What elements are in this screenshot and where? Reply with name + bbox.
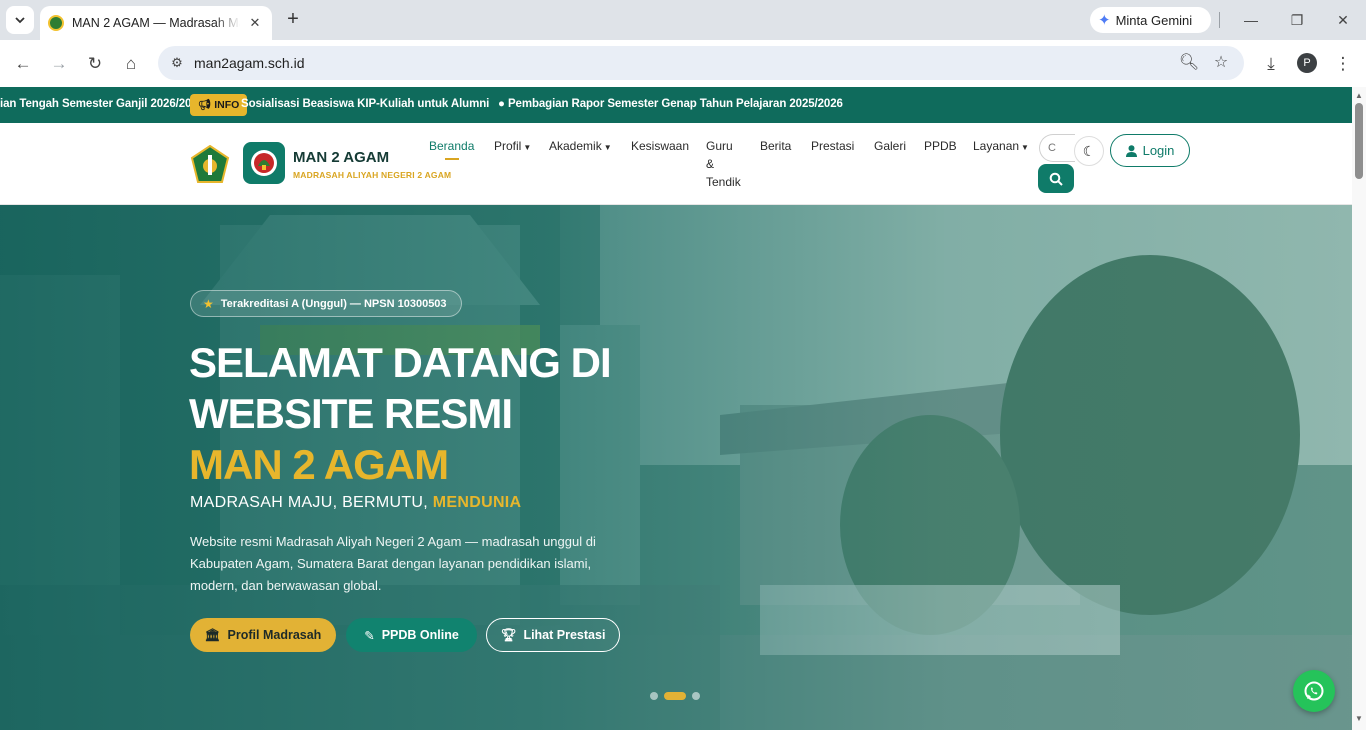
profil-madrasah-button[interactable]: 🏛︎ Profil Madrasah: [190, 618, 336, 652]
tab-search-button[interactable]: [6, 6, 34, 34]
nav-active-indicator: [445, 158, 459, 160]
favicon-icon: [48, 15, 64, 31]
hero-title: SELAMAT DATANG DI WEBSITE RESMI MAN 2 AG…: [189, 337, 612, 490]
star-icon: ★: [203, 296, 214, 311]
window-close-icon[interactable]: ✕: [1329, 8, 1357, 32]
caret-down-icon: ▼: [1021, 143, 1029, 152]
megaphone-icon: 📢︎: [198, 99, 215, 111]
nav-item-kesiswaan[interactable]: Kesiswaan: [631, 137, 689, 155]
minimize-icon[interactable]: —: [1237, 8, 1265, 32]
slide-dot[interactable]: [650, 692, 658, 700]
toolbar-divider: [1219, 12, 1220, 28]
login-label: Login: [1142, 143, 1175, 158]
bookmark-star-icon[interactable]: ☆: [1209, 51, 1233, 75]
profile-avatar[interactable]: P: [1297, 53, 1317, 73]
search-button[interactable]: [1038, 164, 1074, 193]
address-bar[interactable]: ⚙ man2agam.sch.id 🔍︎ ☆: [158, 46, 1244, 80]
hero-title-line-3: MAN 2 AGAM: [189, 441, 449, 488]
caret-down-icon: ▼: [603, 143, 612, 152]
search-icon: [1049, 172, 1063, 186]
reload-icon[interactable]: ↻: [82, 51, 108, 77]
slider-dots: [650, 692, 700, 700]
home-icon[interactable]: ⌂: [118, 51, 144, 77]
ticker-item[interactable]: ● Pembagian Rapor Semester Genap Tahun P…: [498, 98, 843, 110]
gemini-sparkle-icon: ✦: [1098, 12, 1111, 29]
moon-icon: ☾: [1082, 142, 1096, 159]
hero-title-line-2: WEBSITE RESMI: [189, 390, 513, 437]
new-tab-plus-icon[interactable]: +: [282, 9, 304, 31]
hero-tagline: MADRASAH MAJU, BERMUTU, MENDUNIA: [190, 494, 522, 511]
accreditation-text: Terakreditasi A (Unggul) — NPSN 10300503: [220, 297, 447, 310]
site-header: MAN 2 AGAM MADRASAH ALIYAH NEGERI 2 AGAM…: [0, 123, 1352, 205]
hero-description: Website resmi Madrasah Aliyah Negeri 2 A…: [190, 534, 596, 593]
lihat-prestasi-button[interactable]: 🏆︎ Lihat Prestasi: [486, 618, 620, 652]
chevron-down-icon: [15, 17, 25, 24]
nav-item-berita[interactable]: Berita: [760, 137, 791, 155]
browser-tabstrip: MAN 2 AGAM — Madrasah Ma ✕ + ✦ Minta Gem…: [0, 0, 1366, 40]
close-icon[interactable]: ✕: [246, 14, 264, 32]
hero-slider: ★ Terakreditasi A (Unggul) — NPSN 103005…: [0, 205, 1352, 730]
ticker-info-badge: 📢︎ INFO: [190, 94, 248, 116]
caret-down-icon: ▼: [523, 143, 532, 152]
announcement-ticker: ian Tengah Semester Ganjil 2026/2027 📢︎ …: [0, 87, 1352, 123]
tab-title: MAN 2 AGAM — Madrasah Ma: [72, 16, 240, 30]
ppdb-online-button[interactable]: ✎ PPDB Online: [346, 618, 477, 652]
more-menu-icon[interactable]: ⋮: [1330, 51, 1356, 77]
nav-item-prestasi[interactable]: Prestasi: [811, 137, 854, 155]
dark-mode-toggle[interactable]: ☾: [1074, 136, 1104, 166]
brand-subtitle: MADRASAH ALIYAH NEGERI 2 AGAM: [293, 170, 452, 180]
nav-item-galeri[interactable]: Galeri: [874, 137, 906, 155]
slide-dot-active[interactable]: [664, 692, 686, 700]
whatsapp-icon: [1304, 681, 1324, 701]
nav-item-beranda[interactable]: Beranda: [429, 137, 474, 155]
school-logo-icon[interactable]: [243, 142, 285, 184]
page-scrollbar[interactable]: ▲ ▼: [1352, 87, 1366, 730]
gemini-label: Minta Gemini: [1115, 12, 1193, 28]
download-icon[interactable]: ⤓: [1258, 51, 1284, 77]
web-page: ian Tengah Semester Ganjil 2026/2027 📢︎ …: [0, 87, 1352, 730]
trophy-icon: 🏆︎: [500, 627, 517, 642]
scroll-down-arrow-icon[interactable]: ▼: [1355, 714, 1363, 723]
form-icon: ✎: [364, 628, 375, 643]
ticker-item[interactable]: ian Tengah Semester Ganjil 2026/2027: [0, 98, 204, 110]
nav-item-guru-tendik[interactable]: Guru & Tendik: [706, 137, 741, 191]
building-icon: 🏛︎: [204, 627, 221, 642]
nav-item-akademik[interactable]: Akademik ▼: [549, 137, 612, 157]
login-button[interactable]: Login: [1110, 134, 1190, 167]
back-arrow-icon[interactable]: ←: [10, 51, 36, 77]
kemenag-logo-icon[interactable]: [190, 145, 230, 185]
url-text: man2agam.sch.id: [194, 55, 305, 71]
brand-name[interactable]: MAN 2 AGAM: [293, 149, 389, 166]
whatsapp-button[interactable]: [1293, 670, 1335, 712]
search-input[interactable]: [1039, 134, 1075, 162]
site-info-icon[interactable]: ⚙: [166, 52, 188, 74]
gemini-button[interactable]: ✦ Minta Gemini: [1090, 7, 1211, 33]
nav-item-layanan[interactable]: Layanan ▼: [973, 137, 1029, 157]
nav-item-ppdb[interactable]: PPDB: [924, 137, 957, 155]
scroll-up-arrow-icon[interactable]: ▲: [1355, 91, 1363, 100]
nav-item-profil[interactable]: Profil ▼: [494, 137, 531, 157]
slide-dot[interactable]: [692, 692, 700, 700]
browser-tab-active[interactable]: MAN 2 AGAM — Madrasah Ma ✕: [40, 6, 272, 40]
forward-arrow-icon[interactable]: →: [46, 51, 72, 77]
school-emblem-icon: [251, 150, 277, 176]
restore-icon[interactable]: ❐: [1283, 8, 1311, 32]
hero-title-line-1: SELAMAT DATANG DI: [189, 339, 612, 386]
zoom-icon[interactable]: 🔍︎: [1177, 51, 1201, 75]
accreditation-badge: ★ Terakreditasi A (Unggul) — NPSN 103005…: [190, 290, 462, 317]
scroll-thumb[interactable]: [1355, 103, 1363, 179]
user-icon: [1125, 144, 1137, 157]
ticker-item[interactable]: Sosialisasi Beasiswa KIP-Kuliah untuk Al…: [241, 98, 489, 110]
browser-toolbar: ← → ↻ ⌂ ⚙ man2agam.sch.id 🔍︎ ☆ ⤓ P ⋮: [0, 40, 1366, 87]
